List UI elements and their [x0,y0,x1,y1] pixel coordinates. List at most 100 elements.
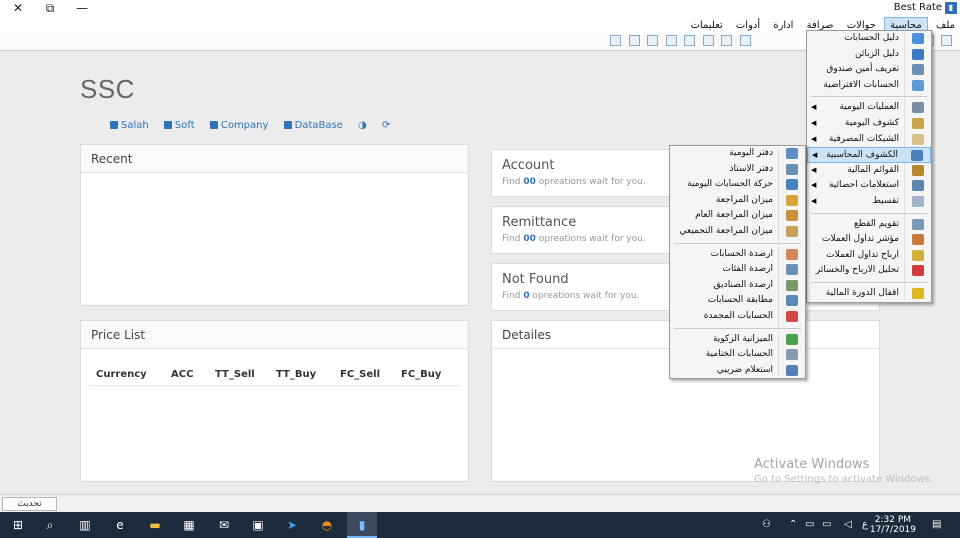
toolbar-icon[interactable] [702,35,714,46]
menu-administration[interactable]: ادارة [768,18,798,34]
store-icon[interactable]: ▦ [181,517,197,533]
best-rate-taskbar-icon[interactable]: ▮ [354,517,370,533]
task-view-icon[interactable]: ▥ [77,517,93,533]
menu-item-icon [786,295,798,307]
accounting-menu-item[interactable]: الحسابات الافتراضية [807,78,931,94]
accounting-menu-item[interactable]: كشوف اليومية ◀ [807,116,931,132]
toolbar-icon[interactable] [684,35,695,46]
accounting-menu-item[interactable]: الشيكات المصرفية ◀ [807,132,931,148]
menu-tools[interactable]: أدوات [731,18,765,34]
language-indicator[interactable]: ع [862,519,868,530]
menu-item-icon [912,249,924,261]
menu-item-icon [912,218,924,230]
reports-submenu-item[interactable]: حركة الحسابات اليومية [670,177,805,193]
reports-submenu-item[interactable]: ميزان المراجعة العام [670,208,805,224]
menu-item-icon [786,279,798,291]
reports-submenu-item[interactable]: استعلام ضريبي [670,363,805,379]
people-icon[interactable]: ⚇ [762,519,771,530]
user-link[interactable]: Salah [110,120,149,131]
menu-item-label: استعلام ضريبي [716,364,773,375]
notification-icon[interactable]: ▤ [932,519,941,530]
menu-item-label: اقفال الدورة المالية [825,287,899,298]
network-icon[interactable]: ▭ [805,519,814,530]
accounting-menu-item[interactable]: تحليل الارباح والخسائر [807,263,931,279]
reports-submenu-item[interactable]: ميزان المراجعة التجميعي [670,224,805,240]
toolbar-icon[interactable] [628,35,640,46]
file-explorer-icon[interactable]: ▬ [147,517,163,533]
reports-submenu-item[interactable]: ميزان المراجعة [670,193,805,209]
accounting-menu-item[interactable]: العمليات اليومية ◀ [807,100,931,116]
reports-submenu-item[interactable]: الحسابات المجمدة [670,309,805,325]
accounting-menu-item[interactable]: تقويم القطع [807,217,931,233]
menu-separator [811,96,927,98]
search-icon[interactable]: ⌕ [42,517,58,533]
toolbar-icon[interactable] [739,35,751,46]
menu-item-label: مؤشر تداول العملات [822,234,899,245]
accounting-menu-item[interactable]: الكشوف المحاسبية ◀ [807,147,931,163]
reports-submenu-item[interactable]: ارصدة الحسابات [670,247,805,263]
menu-item-label: ارصدة الحسابات [710,248,773,259]
app-icon-orange[interactable]: ◓ [319,517,335,533]
accounting-menu-item[interactable]: استعلامات احصائية ◀ [807,178,931,194]
close-icon[interactable]: ✕ [4,0,32,17]
clock[interactable]: 2:32 PM 17/7/2019 [870,515,916,535]
toolbar-icon[interactable] [941,35,952,46]
brand-title: SSC [80,74,135,104]
reports-submenu-item[interactable]: ارصدة الصناديق [670,278,805,294]
menu-item-label: دليل الحسابات [844,33,899,43]
accounting-reports-submenu: دفتر اليومية دفتر الاستاذ حركة الحسابات ال… [669,145,806,380]
telegram-icon[interactable]: ➤ [284,517,300,533]
menu-item-label: ارصدة الصناديق [713,279,773,290]
database-icon [283,121,292,129]
toolbar-icon[interactable] [610,35,621,46]
accounting-menu-item[interactable]: دليل الزبائن [807,47,931,63]
accounting-menu-item[interactable]: تعريف أمين صندوق [807,62,931,78]
menu-file[interactable]: ملف [931,18,960,34]
battery-icon[interactable]: ▭ [822,519,831,530]
toolbar-icon[interactable] [721,35,732,46]
soft-link[interactable]: Soft [163,120,195,131]
menu-item-icon [911,150,923,162]
menu-item-icon [786,248,798,260]
submenu-arrow-icon: ◀ [811,103,817,112]
minimize-icon[interactable]: — [68,0,96,17]
reports-submenu-item[interactable]: دفتر الاستاذ [670,162,805,178]
col-tt-sell: TT_Sell [215,369,255,380]
building-icon [209,121,218,129]
accounting-menu-item[interactable]: تقسيط ◀ [807,194,931,210]
toolbar-icon[interactable] [665,35,677,46]
theme-toggle-icon[interactable]: ◑ [358,120,367,131]
reports-submenu-item[interactable]: مطابقة الحسابات [670,293,805,309]
accounting-menu-item[interactable]: ارباح تداول العملات [807,248,931,264]
user-icon [110,121,118,129]
menu-item-label: الحسابات الافتراضية [823,79,899,90]
accounting-menu-item[interactable]: دليل الحسابات [807,31,931,47]
remote-desktop-icon[interactable]: ▣ [250,517,266,533]
volume-icon[interactable]: ◁ [844,519,852,530]
menu-item-label: دفتر الاستاذ [729,163,774,174]
accounting-menu-item[interactable]: القوائم المالية ◀ [807,163,931,179]
reports-submenu-item[interactable]: الميزانية الزكوية [670,332,805,348]
reports-submenu-item[interactable]: الحسابات الختامية [670,347,805,363]
tray-chevron-icon[interactable]: ⌃ [789,519,797,530]
refresh-button[interactable]: تحديث [2,497,57,511]
company-link[interactable]: Company [209,120,268,131]
restore-icon[interactable]: ⧉ [36,0,64,17]
reports-submenu-item[interactable]: ارصدة الفئات [670,262,805,278]
refresh-icon[interactable]: ⟳ [382,120,390,131]
reports-submenu-item[interactable]: دفتر اليومية [670,146,805,162]
menu-item-icon [912,79,924,91]
submenu-arrow-icon: ◀ [811,181,817,190]
database-link[interactable]: DataBase [283,120,343,131]
edge-icon[interactable]: e [112,517,128,533]
mail-icon[interactable]: ✉ [216,517,232,533]
menu-help[interactable]: تعليمات [686,18,728,34]
menu-item-label: ميزان المراجعة [715,194,773,205]
title-bar: ✕ ⧉ — Best Rate ▮ [0,0,960,17]
menu-item-label: الحسابات المجمدة [703,310,773,321]
accounting-menu-item[interactable]: اقفال الدورة المالية [807,286,931,302]
accounting-menu-item[interactable]: مؤشر تداول العملات [807,232,931,248]
windows-start-icon[interactable]: ⊞ [10,517,26,533]
toolbar-icon[interactable] [647,35,658,46]
menu-item-icon [786,349,798,361]
